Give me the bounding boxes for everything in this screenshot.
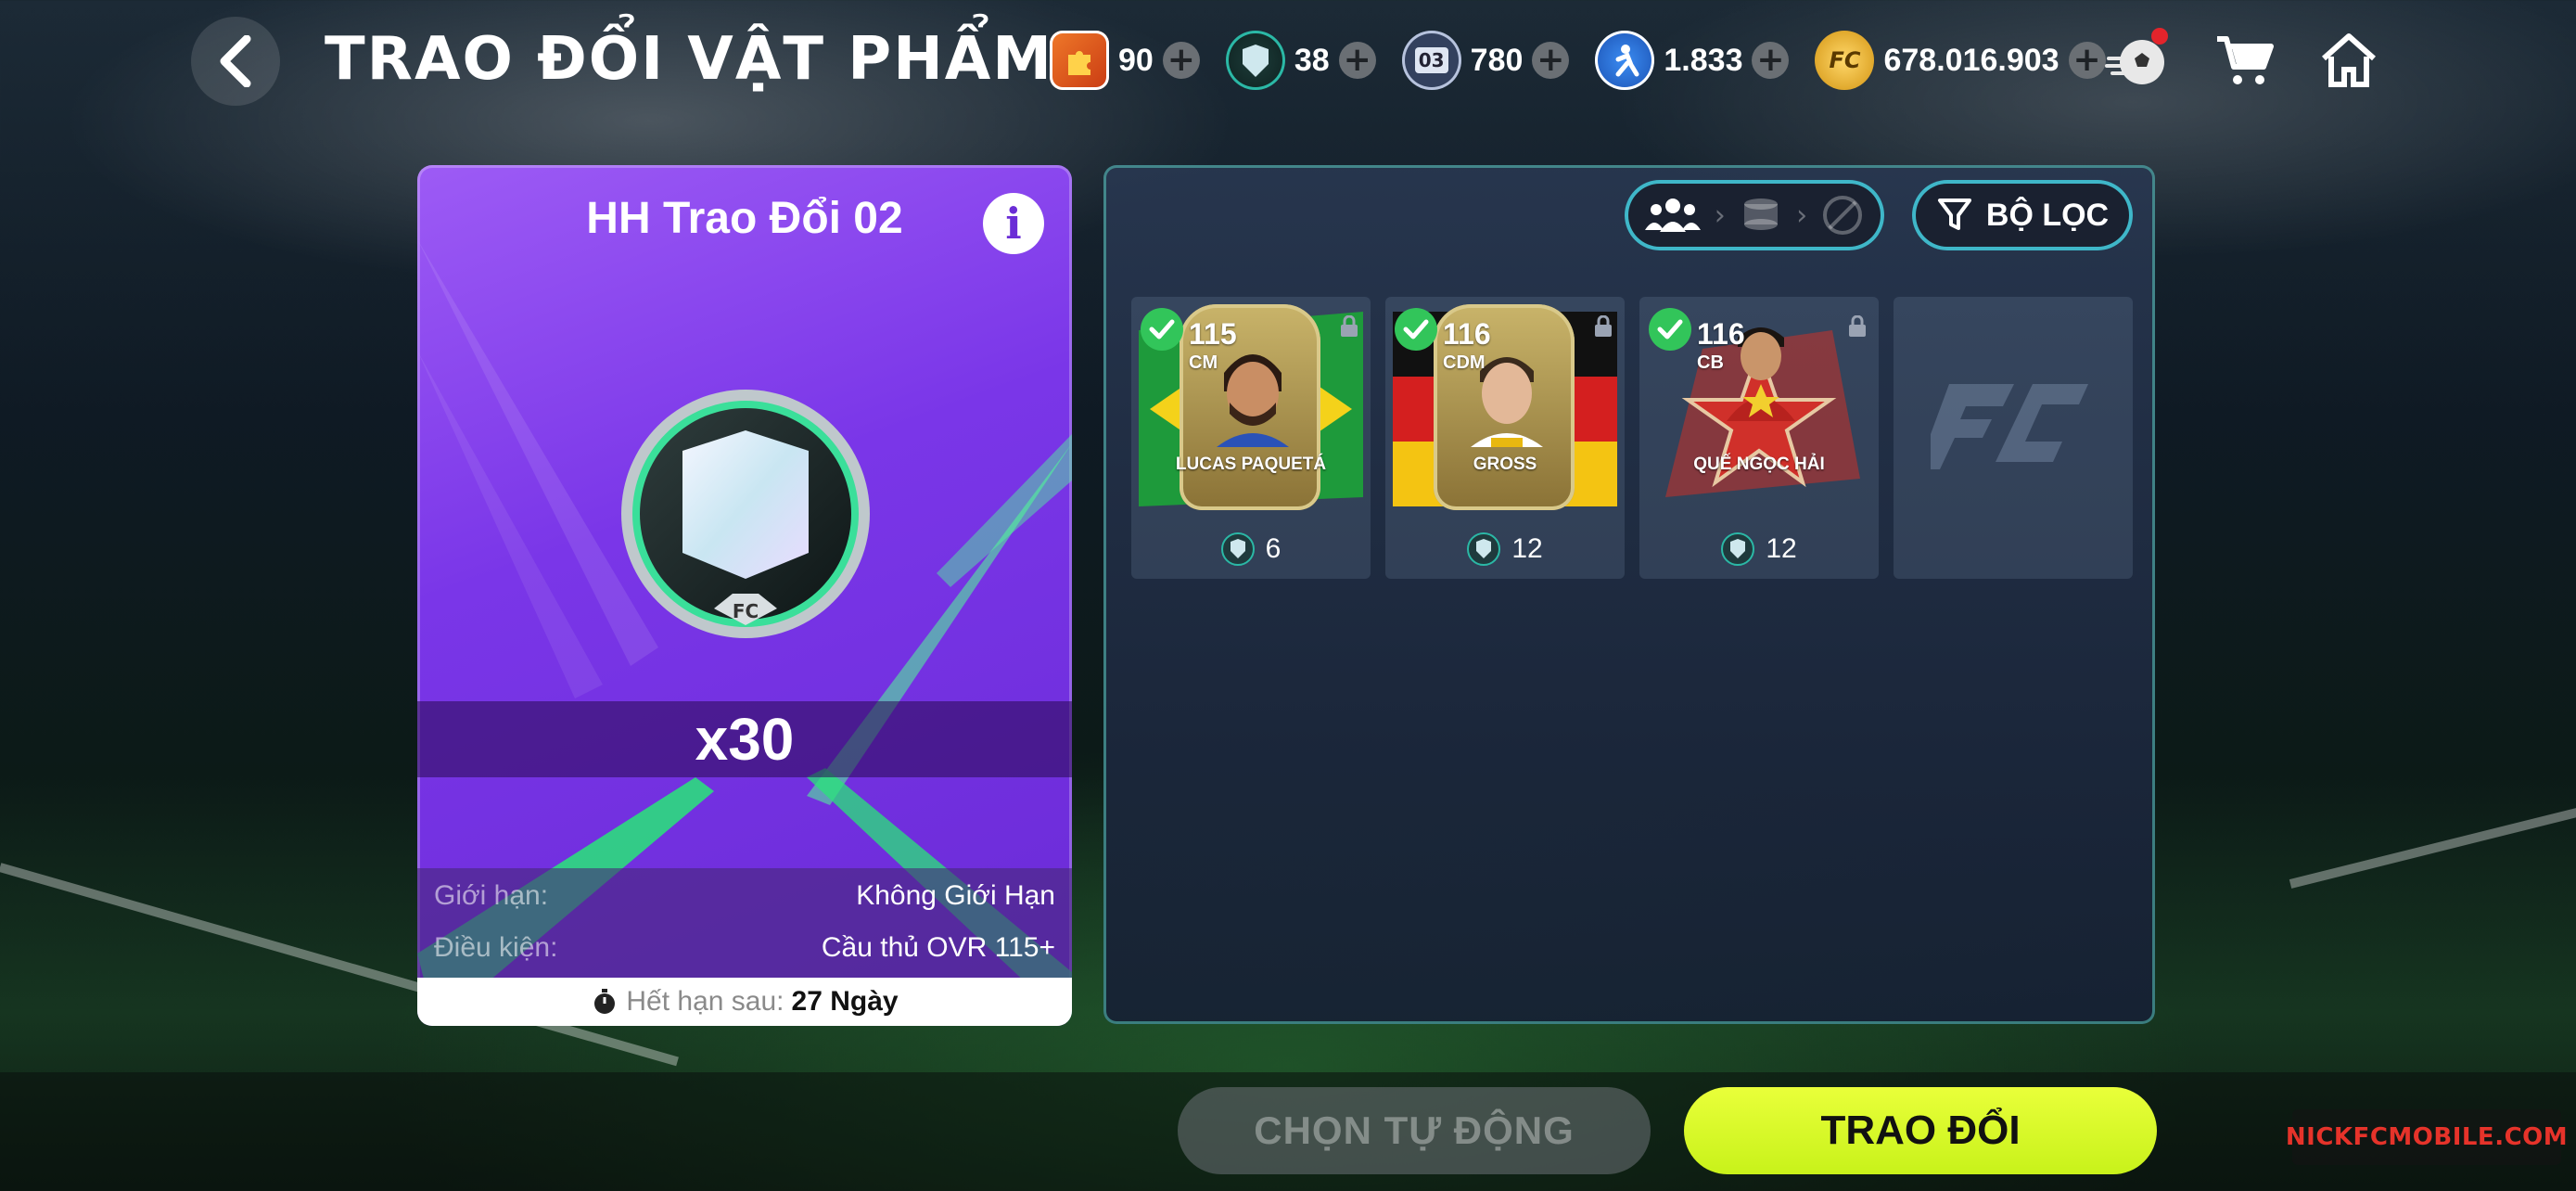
lock-icon bbox=[1595, 315, 1612, 337]
chevron-right-icon: › bbox=[1796, 198, 1808, 232]
cost-value: 6 bbox=[1265, 533, 1282, 564]
cost-value: 12 bbox=[1511, 533, 1543, 564]
fc-coin-icon: FC bbox=[1815, 31, 1875, 90]
player-name: QUẾ NGỌC HẢI bbox=[1693, 455, 1825, 474]
lock-icon bbox=[1849, 315, 1866, 337]
no-trade-icon bbox=[1823, 196, 1863, 235]
trade-gem-token-icon: FC bbox=[621, 390, 870, 638]
info-button[interactable]: i bbox=[983, 193, 1044, 254]
player-card-slot[interactable]: 116 CB QUẾ NGỌC HẢI 12 bbox=[1639, 297, 1879, 579]
currency-value: 38 bbox=[1294, 42, 1330, 78]
svg-text:FC: FC bbox=[733, 600, 759, 622]
lock-icon bbox=[1341, 315, 1358, 337]
player-selection-panel: › › BỘ LỌC 115 CM LUCAS PAQUETÁ 6 116 CD… bbox=[1103, 165, 2155, 1024]
back-icon bbox=[220, 35, 251, 87]
add-gem-button[interactable]: + bbox=[1338, 42, 1376, 79]
check-icon bbox=[1649, 308, 1691, 351]
auto-select-button[interactable]: CHỌN TỰ ĐỘNG bbox=[1178, 1087, 1651, 1174]
cart-icon bbox=[2217, 36, 2274, 84]
player-ovr: 116 bbox=[1443, 317, 1491, 351]
player-ovr: 116 bbox=[1697, 317, 1745, 351]
fc-logo-icon bbox=[1931, 384, 2088, 469]
player-name: LUCAS PAQUETÁ bbox=[1175, 455, 1327, 474]
player-token-icon bbox=[1595, 31, 1655, 90]
trade-button[interactable]: TRAO ĐỔI bbox=[1684, 1087, 2157, 1174]
condition-label: Điều kiện: bbox=[434, 932, 558, 963]
currency-bar: 90 + 38 + 03 780 + 1.833 + FC 678.016.90… bbox=[1050, 28, 2106, 93]
empty-player-slot[interactable] bbox=[1894, 297, 2133, 579]
filter-button[interactable]: BỘ LỌC bbox=[1912, 180, 2133, 250]
coin-stack-icon bbox=[1743, 198, 1778, 230]
player-position: CDM bbox=[1443, 352, 1486, 373]
filter-label: BỘ LỌC bbox=[1985, 197, 2110, 233]
cost-value: 12 bbox=[1766, 533, 1797, 564]
expiry-bar: Hết hạn sau: 27 Ngày bbox=[417, 978, 1072, 1026]
player-portrait bbox=[1217, 354, 1289, 447]
currency-puzzle-token: 90 + bbox=[1050, 31, 1200, 90]
currency-player-token: 1.833 + bbox=[1595, 31, 1790, 90]
gem-icon bbox=[1721, 532, 1755, 566]
player-position: CB bbox=[1697, 352, 1724, 373]
currency-value: 1.833 bbox=[1664, 42, 1743, 78]
player-card-slot[interactable]: 115 CM LUCAS PAQUETÁ 6 bbox=[1131, 297, 1371, 579]
currency-fc-coin: FC 678.016.903 + bbox=[1815, 31, 2106, 90]
player-name: GROSS bbox=[1473, 455, 1537, 474]
player-card-slot[interactable]: 116 CDM GROSS 12 bbox=[1385, 297, 1625, 579]
exchange-item-card: HH Trao Đổi 02 i FC x30 Giới hạn: Không … bbox=[417, 165, 1072, 1026]
player-list: 115 CM LUCAS PAQUETÁ 6 116 CDM GROSS 12 … bbox=[1131, 297, 2133, 579]
expiry-label: Hết hạn sau: bbox=[626, 986, 784, 1017]
currency-trade-gem: 38 + bbox=[1225, 31, 1376, 90]
season-token-icon: 03 bbox=[1401, 31, 1461, 90]
expiry-value: 27 Ngày bbox=[791, 986, 899, 1017]
team-icon bbox=[1644, 198, 1701, 232]
stopwatch-icon bbox=[594, 989, 616, 1014]
card-title: HH Trao Đổi 02 bbox=[586, 194, 903, 243]
home-icon bbox=[2322, 33, 2376, 87]
soccer-ball-button[interactable] bbox=[2103, 26, 2172, 95]
player-cost: 6 bbox=[1131, 532, 1371, 566]
player-cost: 12 bbox=[1639, 532, 1879, 566]
pitch-line-right bbox=[2289, 805, 2576, 889]
player-position: CM bbox=[1189, 352, 1218, 373]
condition-value: Cầu thủ OVR 115+ bbox=[821, 932, 1055, 963]
currency-value: 678.016.903 bbox=[1883, 42, 2060, 78]
condition-row: Điều kiện: Cầu thủ OVR 115+ bbox=[434, 922, 1055, 974]
add-puzzle-token-button[interactable]: + bbox=[1162, 42, 1200, 79]
limit-row: Giới hạn: Không Giới Hạn bbox=[434, 870, 1055, 922]
currency-season-token: 03 780 + bbox=[1401, 31, 1570, 90]
chevron-right-icon: › bbox=[1714, 198, 1726, 232]
gem-icon bbox=[1225, 31, 1285, 90]
gem-icon bbox=[1220, 532, 1255, 566]
filter-icon bbox=[1937, 198, 1971, 230]
back-button[interactable] bbox=[191, 17, 280, 106]
player-cost: 12 bbox=[1385, 532, 1625, 566]
shop-button[interactable] bbox=[2211, 26, 2279, 95]
add-coin-button[interactable]: + bbox=[2068, 42, 2106, 79]
limit-label: Giới hạn: bbox=[434, 880, 549, 911]
player-ovr: 115 bbox=[1189, 317, 1237, 351]
page-title: TRAO ĐỔI VẬT PHẨM bbox=[325, 25, 1053, 94]
info-icon: i bbox=[1005, 198, 1022, 249]
exchange-details: Giới hạn: Không Giới Hạn Điều kiện: Cầu … bbox=[417, 868, 1072, 978]
limit-value: Không Giới Hạn bbox=[856, 880, 1055, 911]
reward-quantity: x30 bbox=[417, 701, 1072, 777]
watermark: NICKFCMOBILE.COM bbox=[2286, 1109, 2568, 1165]
check-icon bbox=[1141, 308, 1183, 351]
check-icon bbox=[1395, 308, 1437, 351]
add-season-token-button[interactable]: + bbox=[1532, 42, 1570, 79]
currency-value: 90 bbox=[1118, 42, 1154, 78]
notification-dot bbox=[2151, 28, 2168, 45]
gem-icon bbox=[1467, 532, 1501, 566]
currency-value: 780 bbox=[1470, 42, 1524, 78]
sort-toggle[interactable]: › › bbox=[1625, 180, 1884, 250]
home-button[interactable] bbox=[2315, 26, 2383, 95]
puzzle-token-icon bbox=[1050, 31, 1109, 90]
add-player-token-button[interactable]: + bbox=[1752, 42, 1790, 79]
